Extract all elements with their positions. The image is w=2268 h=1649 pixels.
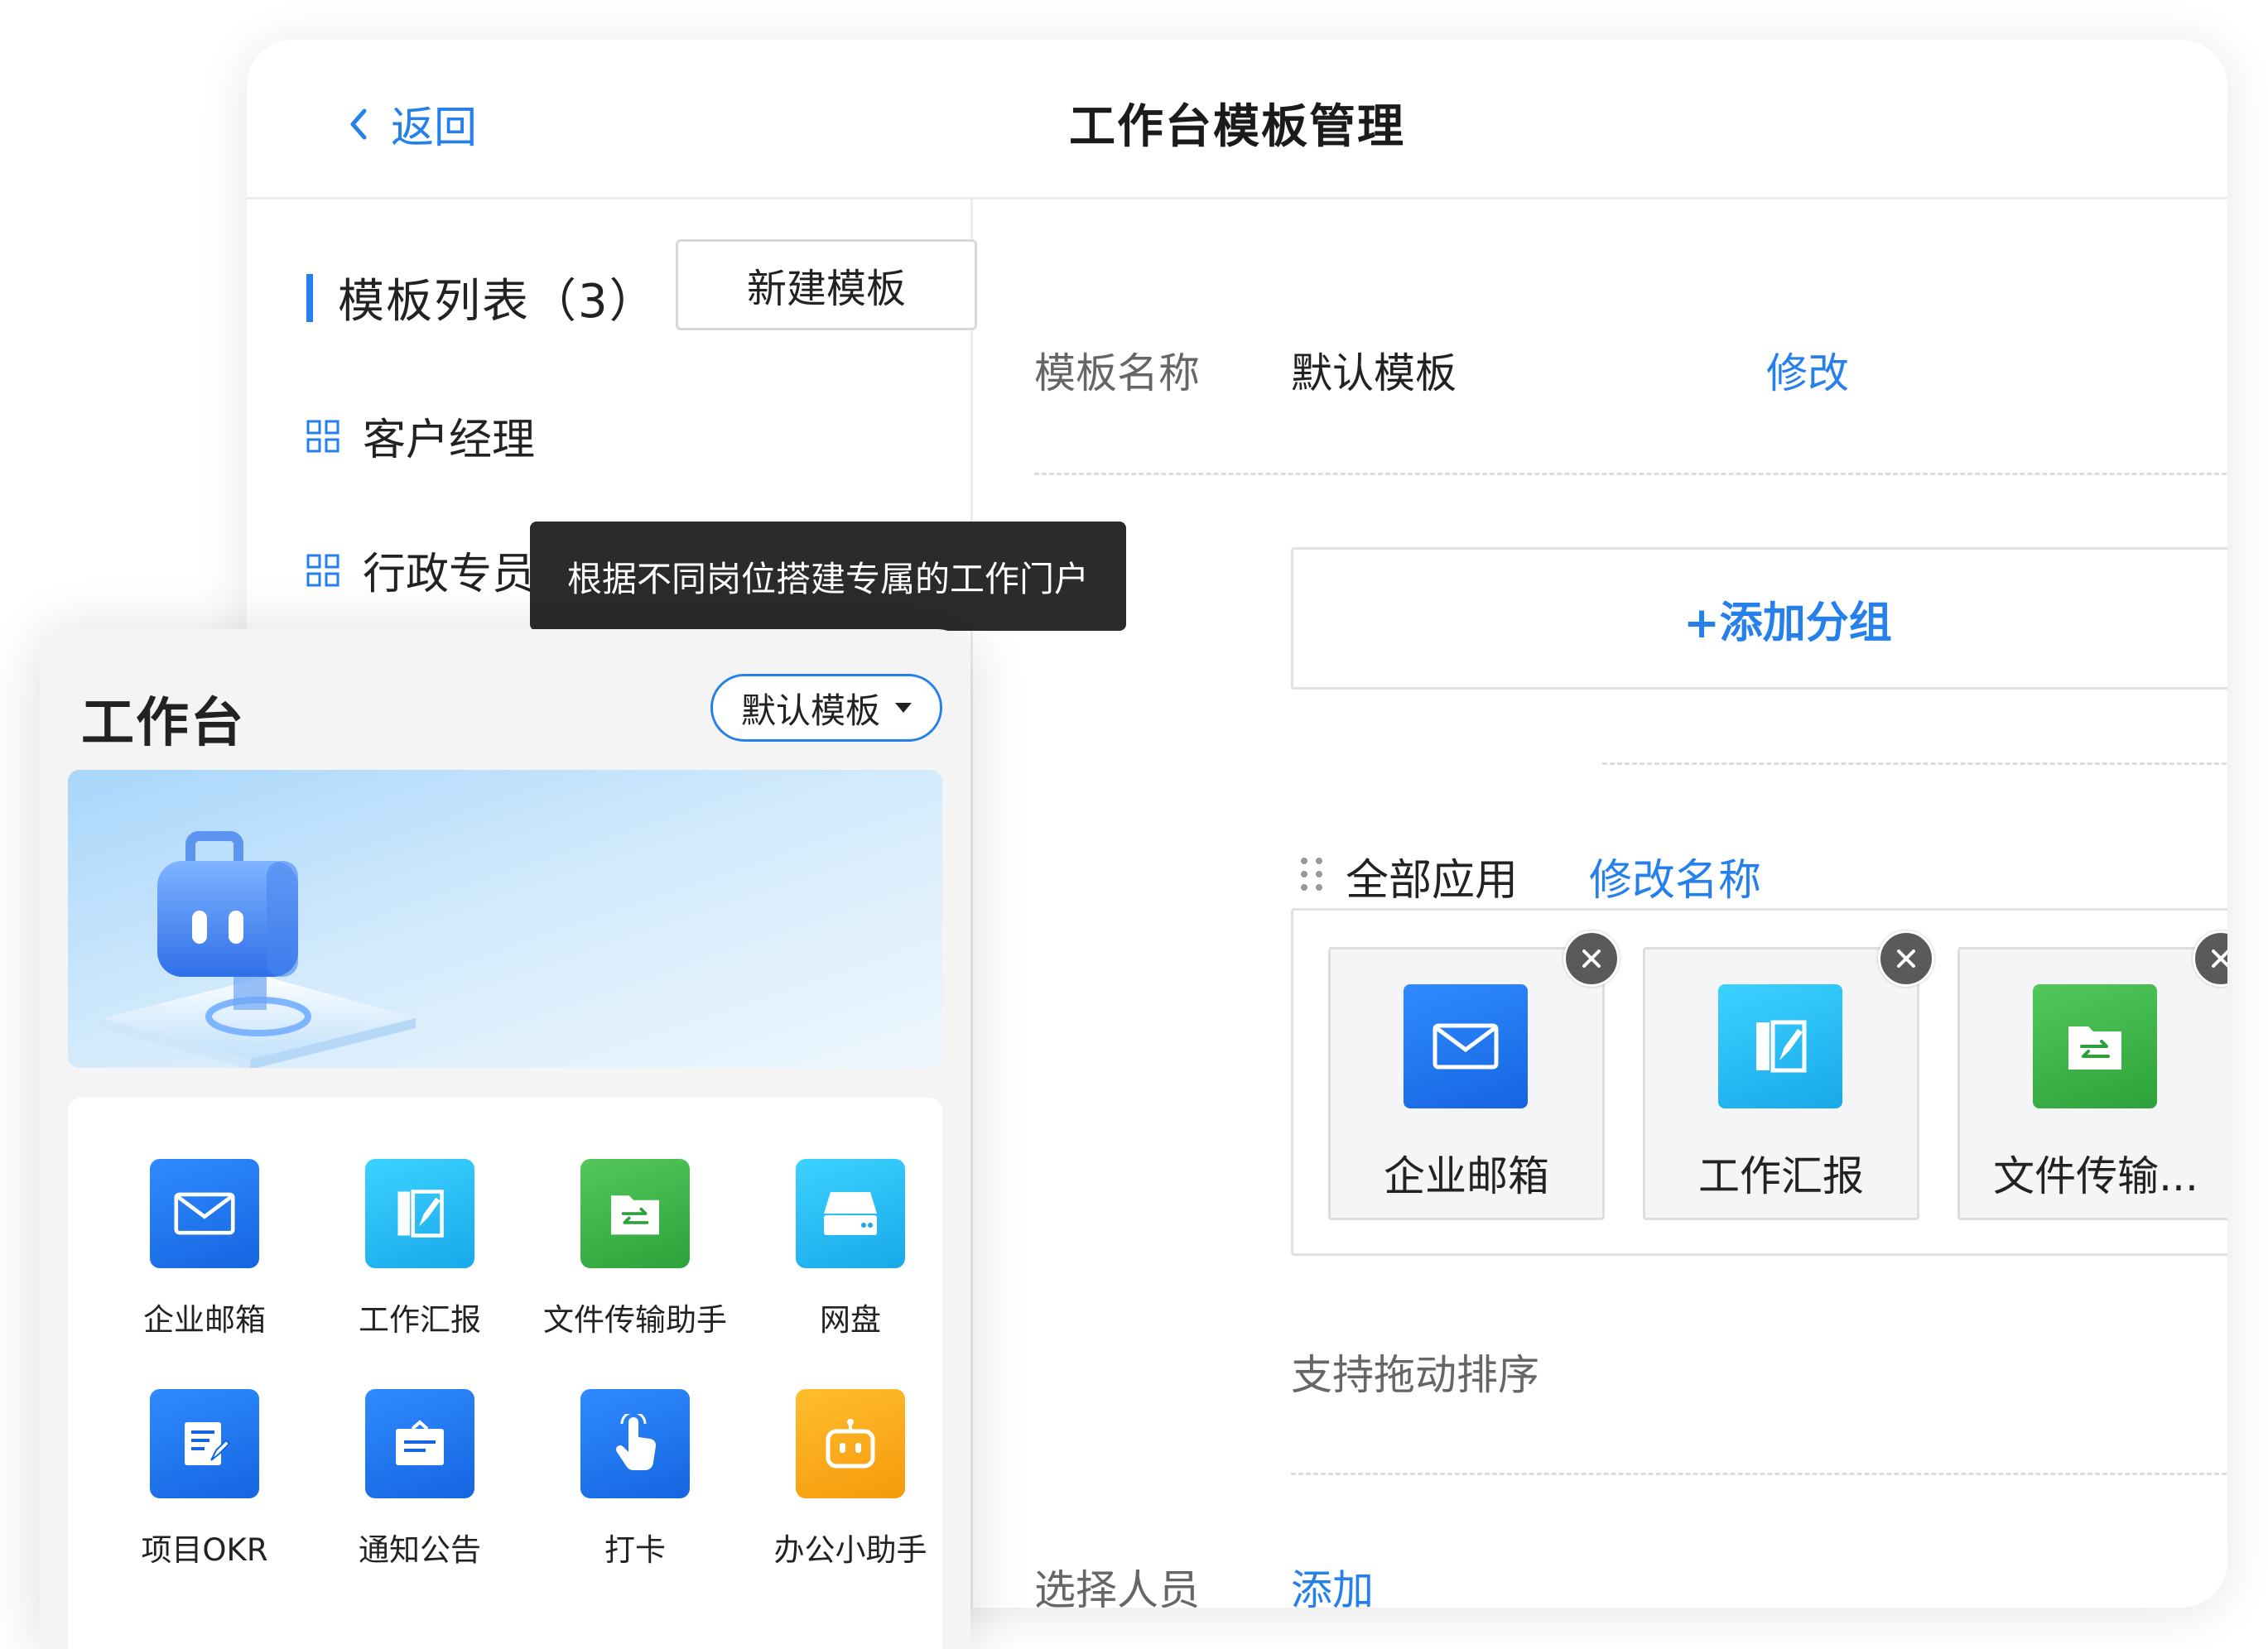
grid-icon <box>306 554 339 586</box>
notice-icon <box>365 1389 474 1498</box>
drag-sort-hint: 支持拖动排序 <box>1291 1351 1539 1399</box>
template-list-title: 模板列表（3） <box>338 275 657 329</box>
heading-accent-bar <box>306 273 313 322</box>
drag-handle-icon[interactable] <box>1299 856 1324 892</box>
workbench-title: 工作台 <box>81 693 245 754</box>
app-name: 工作汇报 <box>1698 1152 1864 1200</box>
grid-app-name: 文件传输助手 <box>543 1302 727 1338</box>
header: 返回 工作台模板管理 <box>247 40 2227 200</box>
group-apps-container: 企业邮箱 工作汇报 文件传输... <box>1291 908 2227 1256</box>
app-name: 文件传输... <box>1993 1152 2198 1200</box>
report-icon <box>1718 984 1842 1108</box>
app-card-mail[interactable]: 企业邮箱 <box>1328 947 1605 1220</box>
file-transfer-icon <box>580 1159 690 1268</box>
caret-down-icon <box>895 703 912 713</box>
new-template-button[interactable]: 新建模板 <box>676 239 977 330</box>
mail-icon <box>1404 984 1528 1108</box>
grid-app-report[interactable]: 工作汇报 <box>316 1159 523 1339</box>
close-icon <box>1582 949 1601 968</box>
template-select-value: 默认模板 <box>740 690 880 731</box>
divider <box>1291 1473 2227 1475</box>
report-icon <box>365 1159 474 1268</box>
grid-app-okr[interactable]: 项目OKR <box>101 1389 308 1570</box>
grid-app-notice[interactable]: 通知公告 <box>316 1389 523 1570</box>
template-item-admin-staff[interactable]: 行政专员 <box>306 539 535 601</box>
template-select[interactable]: 默认模板 <box>710 674 942 742</box>
template-detail-panel: 模板名称 默认模板 修改 设置 +添加分组 全部应用 修改名称 企业邮箱 <box>973 200 2227 1608</box>
template-item-label: 客户经理 <box>363 416 536 465</box>
template-list-heading: 模板列表（3） <box>306 264 657 331</box>
disk-icon <box>796 1159 905 1268</box>
punch-icon <box>580 1389 690 1498</box>
page-title: 工作台模板管理 <box>1069 100 1405 154</box>
close-icon <box>1897 949 1915 968</box>
template-item-customer-manager[interactable]: 客户经理 <box>306 405 535 467</box>
close-icon <box>2212 949 2227 968</box>
file-transfer-icon <box>2033 984 2157 1108</box>
workbench-preview-card: 工作台 默认模板 企业邮箱 工作汇报 文件传输助手 网盘 项目OKR 通知公告 … <box>40 629 970 1649</box>
grid-app-name: 企业邮箱 <box>143 1302 266 1338</box>
grid-app-name: 办公小助手 <box>773 1532 927 1568</box>
grid-app-punch[interactable]: 打卡 <box>532 1389 739 1570</box>
edit-name-link[interactable]: 修改 <box>1766 340 1849 400</box>
grid-app-file-transfer[interactable]: 文件传输助手 <box>532 1159 739 1339</box>
grid-app-mail[interactable]: 企业邮箱 <box>101 1159 308 1339</box>
add-members-link[interactable]: 添加 <box>1291 1557 1374 1608</box>
grid-app-name: 通知公告 <box>359 1532 481 1568</box>
template-name-label: 模板名称 <box>1034 349 1200 397</box>
mail-icon <box>150 1159 259 1268</box>
template-name-value: 默认模板 <box>1291 349 1457 397</box>
grid-icon <box>306 420 339 452</box>
template-item-label: 行政专员 <box>363 550 536 599</box>
grid-app-name: 工作汇报 <box>359 1302 481 1338</box>
app-card-file-transfer[interactable]: 文件传输... <box>1957 947 2227 1220</box>
workbench-banner <box>68 770 942 1068</box>
assistant-icon <box>796 1389 905 1498</box>
tooltip: 根据不同岗位搭建专属的工作门户 <box>530 522 1126 631</box>
grid-app-name: 项目OKR <box>141 1532 268 1568</box>
add-group-button[interactable]: +添加分组 <box>1291 547 2227 690</box>
rename-group-link[interactable]: 修改名称 <box>1589 845 1761 907</box>
divider <box>1602 762 2227 765</box>
okr-icon <box>150 1389 259 1498</box>
remove-app-button[interactable] <box>1878 930 1934 987</box>
grid-app-disk[interactable]: 网盘 <box>747 1159 954 1339</box>
divider <box>1034 473 2227 475</box>
grid-app-assistant[interactable]: 办公小助手 <box>747 1389 954 1570</box>
grid-app-name: 网盘 <box>820 1302 881 1338</box>
app-card-report[interactable]: 工作汇报 <box>1643 947 1919 1220</box>
grid-app-name: 打卡 <box>604 1532 666 1568</box>
banner-illustration <box>68 770 942 1068</box>
remove-app-button[interactable] <box>1563 930 1620 987</box>
app-grid: 企业邮箱 工作汇报 文件传输助手 网盘 项目OKR 通知公告 打卡 办公小助手 <box>68 1098 942 1649</box>
group-name: 全部应用 <box>1346 856 1519 906</box>
members-label: 选择人员 <box>1034 1566 1200 1608</box>
app-name: 企业邮箱 <box>1384 1152 1549 1200</box>
